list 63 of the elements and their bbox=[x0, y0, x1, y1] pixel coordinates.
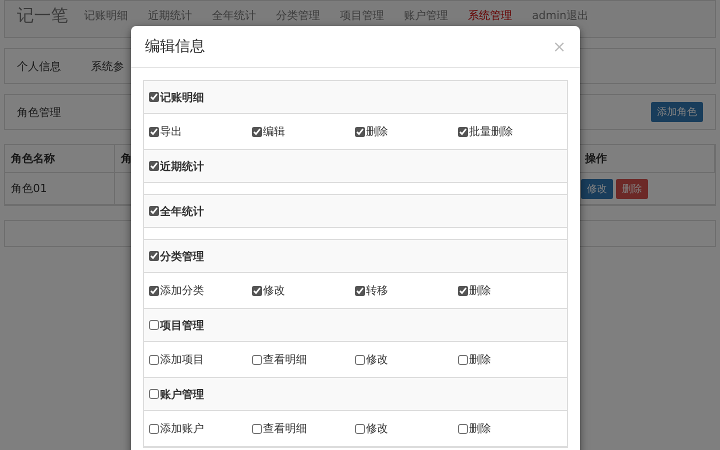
checkbox[interactable] bbox=[355, 126, 365, 136]
checkbox[interactable] bbox=[149, 286, 159, 296]
checkbox[interactable] bbox=[355, 354, 365, 364]
close-button[interactable]: × bbox=[552, 37, 566, 56]
nav-link[interactable]: 近期统计 bbox=[138, 8, 202, 22]
column-header: 角色名称 bbox=[5, 145, 115, 172]
delete-button[interactable]: 删除 bbox=[616, 178, 648, 198]
checkbox-label: 修改 bbox=[263, 283, 285, 298]
checkbox-label: 记账明细 bbox=[160, 90, 204, 104]
nav-link[interactable]: 项目管理 bbox=[330, 8, 394, 22]
checkbox[interactable] bbox=[149, 424, 159, 434]
checkbox[interactable] bbox=[149, 161, 159, 171]
checkbox-label: 添加项目 bbox=[160, 352, 204, 367]
checkbox[interactable] bbox=[149, 354, 159, 364]
checkbox-label: 删除 bbox=[469, 421, 491, 436]
checkbox[interactable] bbox=[458, 126, 468, 136]
nav-link[interactable]: 全年统计 bbox=[202, 8, 266, 22]
checkbox-label: 修改 bbox=[366, 421, 388, 436]
checkbox[interactable] bbox=[149, 126, 159, 136]
checkbox[interactable] bbox=[149, 251, 159, 261]
subnav-tab[interactable]: 系统参 bbox=[91, 58, 124, 74]
checkbox-label: 账户管理 bbox=[160, 386, 204, 402]
checkbox-label: 添加账户 bbox=[160, 421, 204, 436]
checkbox-label: 查看明细 bbox=[263, 421, 307, 436]
checkbox[interactable] bbox=[252, 354, 262, 364]
dialog-title: 编辑信息 bbox=[145, 37, 205, 56]
checkbox[interactable] bbox=[252, 126, 262, 136]
checkbox[interactable] bbox=[355, 424, 365, 434]
checkbox[interactable] bbox=[149, 92, 159, 102]
checkbox[interactable] bbox=[252, 286, 262, 296]
nav-link[interactable]: 分类管理 bbox=[266, 8, 330, 22]
checkbox-label: 导出 bbox=[160, 124, 182, 139]
add-role-button[interactable]: 添加角色 bbox=[651, 102, 703, 122]
checkbox-label: 近期统计 bbox=[160, 158, 204, 174]
checkbox[interactable] bbox=[149, 389, 159, 399]
checkbox-label: 删除 bbox=[366, 124, 388, 139]
checkbox[interactable] bbox=[252, 424, 262, 434]
subnav-tab[interactable]: 个人信息 bbox=[17, 58, 61, 74]
table-cell: 角色01 bbox=[5, 173, 115, 204]
checkbox-label: 查看明细 bbox=[263, 352, 307, 367]
checkbox-label: 转移 bbox=[366, 283, 388, 298]
checkbox-label: 修改 bbox=[366, 352, 388, 367]
checkbox[interactable] bbox=[458, 286, 468, 296]
checkbox[interactable] bbox=[149, 320, 159, 330]
brand-title: 记一笔 bbox=[17, 4, 68, 26]
nav-link[interactable]: admin退出 bbox=[522, 8, 598, 22]
nav-link[interactable]: 记账明细 bbox=[74, 8, 138, 22]
checkbox[interactable] bbox=[458, 424, 468, 434]
checkbox[interactable] bbox=[149, 206, 159, 216]
checkbox-label: 删除 bbox=[469, 283, 491, 298]
checkbox-label: 分类管理 bbox=[160, 248, 204, 264]
checkbox-label: 批量删除 bbox=[469, 124, 513, 139]
checkbox-label: 全年统计 bbox=[160, 204, 204, 218]
checkbox-label: 项目管理 bbox=[160, 318, 204, 332]
checkbox-label: 编辑 bbox=[263, 124, 285, 139]
nav-link[interactable]: 账户管理 bbox=[394, 8, 458, 22]
nav-link[interactable]: 系统管理 bbox=[458, 8, 522, 22]
checkbox-label: 删除 bbox=[469, 352, 491, 367]
checkbox-label: 添加分类 bbox=[160, 283, 204, 298]
panel-title: 角色管理 bbox=[17, 104, 62, 120]
checkbox[interactable] bbox=[355, 286, 365, 296]
edit-button[interactable]: 修改 bbox=[581, 178, 613, 198]
checkbox[interactable] bbox=[458, 354, 468, 364]
